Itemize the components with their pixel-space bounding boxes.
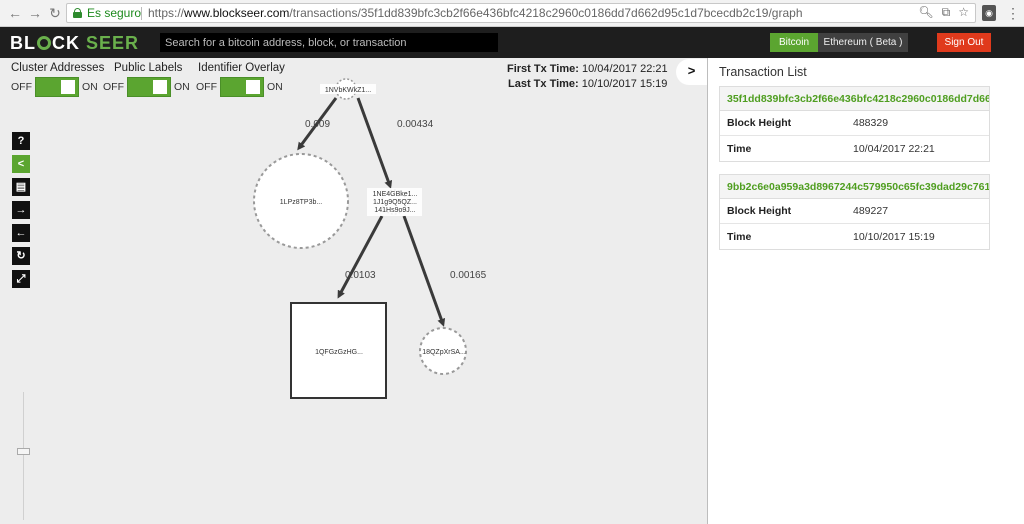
url-scheme: https:// — [148, 6, 185, 20]
edge-root-mid[interactable] — [356, 97, 393, 189]
blockseer-logo[interactable]: BL CK SEER — [10, 33, 139, 54]
lock-icon — [73, 8, 82, 18]
edge-mid-small[interactable] — [402, 215, 446, 327]
toggle-off-label: OFF — [103, 81, 124, 93]
transaction-list-panel: Transaction List 35f1dd839bfc3cb2f66e436… — [707, 58, 1024, 524]
bookmark-star-icon[interactable]: ☆ — [958, 5, 969, 20]
table-row: Block Height 489227 — [720, 199, 989, 224]
browser-menu-icon[interactable]: ⋮ — [1006, 4, 1020, 22]
forward-arrow-icon[interactable]: → — [26, 4, 44, 22]
public-labels-switch[interactable] — [127, 77, 171, 97]
app-header: BL CK SEER Bitcoin Ethereum ( Beta ) Sign… — [0, 27, 1024, 58]
reload-icon[interactable]: ↻ — [46, 4, 64, 22]
translate-icon[interactable]: ⧉ — [942, 5, 951, 20]
table-row: Time 10/10/2017 15:19 — [720, 224, 989, 249]
node-label: 1LPz8TP3b... — [280, 199, 322, 206]
block-height-value: 489227 — [853, 205, 889, 217]
graph-node-root[interactable]: 1NVbKWkZ1... — [320, 78, 376, 100]
edge-label-root-mid: 0.00434 — [397, 119, 434, 130]
toggle-on-label: ON — [174, 81, 190, 93]
logo-circle-icon — [37, 36, 51, 50]
time-label: Time — [727, 142, 752, 155]
toggle-cluster-addresses: Cluster Addresses OFF ON — [11, 62, 104, 97]
address-bar[interactable]: Es seguro https://www.blockseer.com/tran… — [66, 3, 976, 23]
edge-label-root-left: 0.009 — [305, 119, 330, 130]
bitcoin-button[interactable]: Bitcoin — [770, 33, 818, 52]
time-value: 10/10/2017 15:19 — [853, 230, 935, 243]
toggle-off-label: OFF — [11, 81, 32, 93]
reset-icon[interactable]: ↻ — [12, 247, 30, 265]
toggle-label: Public Labels — [114, 62, 183, 74]
transaction-hash-link[interactable]: 9bb2c6e0a959a3d8967244c579950c65fc39dad2… — [720, 175, 989, 199]
node-label: 1NVbKWkZ1... — [325, 87, 371, 94]
transaction-hash-link[interactable]: 35f1dd839bfc3cb2f66e436bfc4218c2960c0186… — [720, 87, 989, 111]
edge-label-mid-square: 0.0103 — [345, 270, 376, 281]
graph-node-left[interactable]: 1LPz8TP3b... — [253, 153, 349, 249]
ethereum-button[interactable]: Ethereum ( Beta ) — [818, 33, 908, 52]
logo-text-prefix: BL — [10, 33, 36, 53]
block-height-label: Block Height — [727, 205, 792, 217]
help-icon[interactable]: ? — [12, 132, 30, 150]
table-row: Block Height 488329 — [720, 111, 989, 136]
node-label-line-3: 141Hs9o9J... — [374, 207, 415, 214]
transaction-card: 9bb2c6e0a959a3d8967244c579950c65fc39dad2… — [719, 174, 990, 250]
graph-node-mid[interactable]: 1NE4GBke1... 1J1g9Q5QZ... 141Hs9o9J... — [367, 188, 422, 216]
transaction-graph: 0.009 0.00434 0.0103 0.00165 1NVbKWkZ1..… — [253, 78, 487, 399]
save-icon[interactable]: ▤ — [12, 178, 30, 196]
search-input[interactable] — [160, 33, 498, 52]
url-path: /transactions/35f1dd839bfc3cb2f66e436bfc… — [289, 6, 803, 20]
panel-title: Transaction List — [719, 65, 807, 79]
toggle-label: Cluster Addresses — [11, 62, 105, 74]
address-separator — [141, 7, 142, 20]
forward-icon[interactable]: → — [12, 201, 30, 219]
browser-toolbar: ← → ↻ Es seguro https://www.blockseer.co… — [0, 0, 1024, 27]
zoom-icon[interactable]: 🔍︎ — [918, 5, 933, 20]
cluster-addresses-switch[interactable] — [35, 77, 79, 97]
panel-collapse-button[interactable]: > — [676, 59, 707, 85]
transaction-card: 35f1dd839bfc3cb2f66e436bfc4218c2960c0186… — [719, 86, 990, 162]
graph-toolbar: ? < ▤ → ← ↻ ⤢ — [12, 132, 30, 288]
node-label: 1QFGzGzHG... — [315, 349, 363, 356]
sign-out-button[interactable]: Sign Out — [937, 33, 991, 52]
toggle-on-label: ON — [82, 81, 98, 93]
toggle-public-labels: Public Labels OFF ON — [103, 62, 190, 97]
block-height-value: 488329 — [853, 117, 889, 129]
time-value: 10/04/2017 22:21 — [853, 142, 935, 155]
table-row: Time 10/04/2017 22:21 — [720, 136, 989, 161]
logo-text-mid: CK — [52, 33, 80, 53]
edge-label-mid-small: 0.00165 — [450, 270, 487, 281]
url-host: www.blockseer.com — [184, 6, 290, 20]
share-icon[interactable]: < — [12, 155, 30, 173]
back-icon[interactable]: ← — [12, 224, 30, 242]
back-arrow-icon[interactable]: ← — [6, 4, 24, 22]
first-tx-value: 10/04/2017 22:21 — [582, 63, 668, 75]
tx-time-summary: First Tx Time: 10/04/2017 22:21 Last Tx … — [507, 62, 668, 92]
node-label-line-2: 1J1g9Q5QZ... — [373, 199, 417, 206]
edge-mid-square[interactable] — [337, 215, 384, 299]
secure-label: Es seguro — [87, 6, 142, 20]
node-label: 18QZpXrSA... — [422, 349, 466, 356]
extension-icon[interactable]: ◉ — [982, 5, 996, 21]
logo-text-suffix: SEER — [86, 33, 140, 53]
block-height-label: Block Height — [727, 117, 792, 129]
graph-node-square[interactable]: 1QFGzGzHG... — [290, 302, 387, 399]
node-label-line-1: 1NE4GBke1... — [373, 191, 418, 198]
time-label: Time — [727, 230, 752, 243]
graph-node-small[interactable]: 18QZpXrSA... — [419, 327, 467, 375]
zoom-slider-track[interactable] — [23, 392, 24, 520]
fullscreen-icon[interactable]: ⤢ — [12, 270, 30, 288]
zoom-slider-handle[interactable] — [17, 448, 30, 455]
last-tx-value: 10/10/2017 15:19 — [581, 78, 668, 90]
url-text[interactable]: https://www.blockseer.com/transactions/3… — [148, 6, 803, 20]
